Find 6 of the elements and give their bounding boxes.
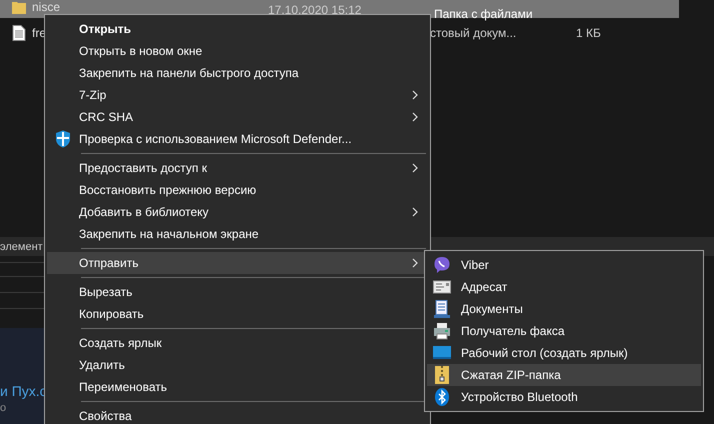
file-type: Папка с файлами	[434, 7, 533, 21]
preview-subtitle: о	[0, 402, 6, 414]
file-type: стовый докум...	[430, 26, 516, 40]
file-name: nisce	[32, 0, 60, 14]
file-size: 1 КБ	[576, 26, 601, 40]
file-date: 17.10.2020 15:12	[268, 3, 362, 17]
